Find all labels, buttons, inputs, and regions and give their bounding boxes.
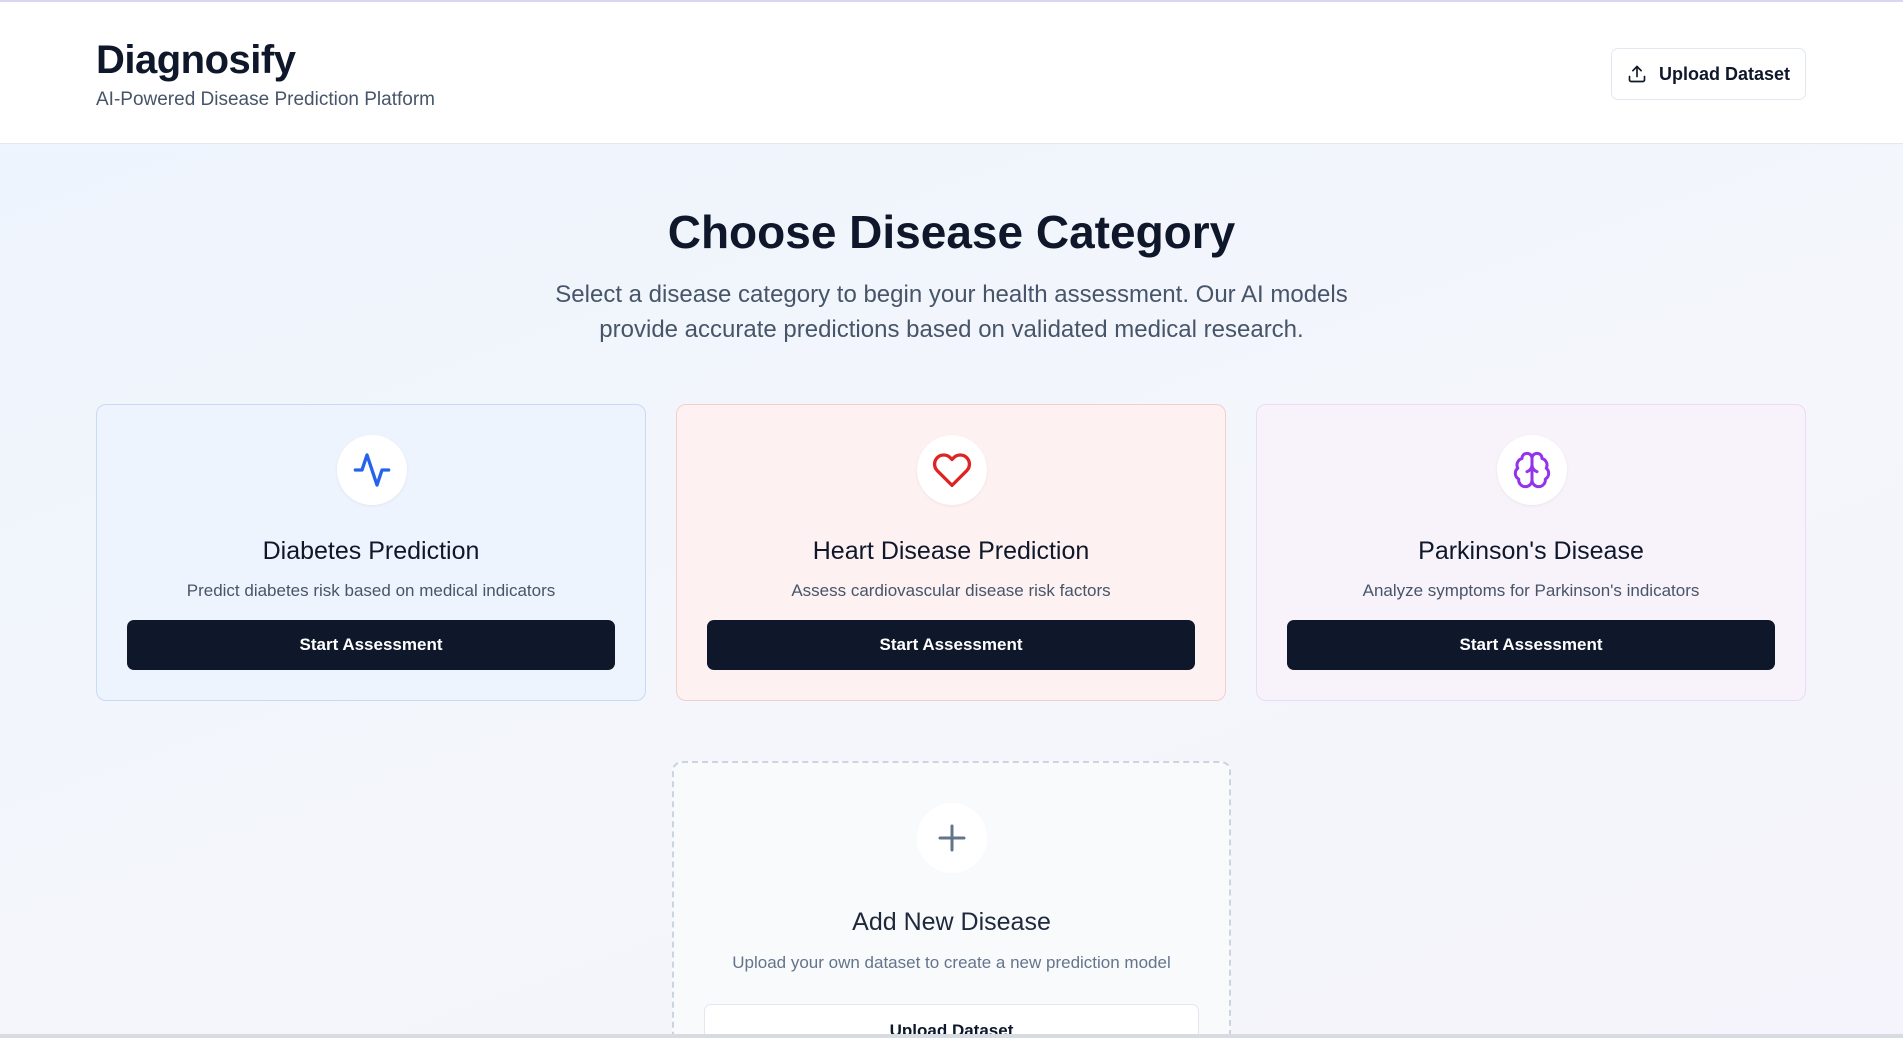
heart-icon-circle — [917, 435, 987, 505]
upload-dataset-button[interactable]: Upload Dataset — [1611, 48, 1806, 100]
app-header: Diagnosify AI-Powered Disease Prediction… — [0, 2, 1903, 144]
heart-card-title: Heart Disease Prediction — [812, 537, 1090, 565]
brand: Diagnosify AI-Powered Disease Prediction… — [96, 36, 435, 111]
parkinsons-card: Parkinson's Disease Analyze symptoms for… — [1256, 404, 1806, 701]
add-disease-description: Upload your own dataset to create a new … — [732, 953, 1171, 972]
bottom-edge — [0, 1034, 1903, 1038]
upload-icon — [1628, 65, 1646, 83]
add-new-disease-card: Add New Disease Upload your own dataset … — [672, 761, 1231, 1038]
brain-icon — [1513, 451, 1551, 489]
heart-icon — [932, 453, 972, 488]
plus-icon — [938, 824, 966, 852]
app-title: Diagnosify — [96, 38, 296, 82]
parkinsons-card-description: Analyze symptoms for Parkinson's indicat… — [1362, 581, 1700, 600]
add-upload-dataset-button[interactable]: Upload Dataset — [704, 1004, 1199, 1038]
diabetes-card-title: Diabetes Prediction — [262, 537, 480, 565]
app-subtitle: AI-Powered Disease Prediction Platform — [96, 89, 435, 110]
diabetes-card: Diabetes Prediction Predict diabetes ris… — [96, 404, 646, 701]
heart-start-assessment-button[interactable]: Start Assessment — [707, 620, 1195, 670]
add-icon-circle — [917, 803, 987, 873]
diabetes-card-description: Predict diabetes risk based on medical i… — [186, 581, 556, 600]
page-title: Choose Disease Category — [667, 206, 1236, 258]
diabetes-icon-circle — [337, 435, 407, 505]
parkinsons-icon-circle — [1497, 435, 1567, 505]
parkinsons-card-title: Parkinson's Disease — [1418, 537, 1644, 565]
parkinsons-start-assessment-button[interactable]: Start Assessment — [1287, 620, 1775, 670]
heart-card: Heart Disease Prediction Assess cardiova… — [676, 404, 1226, 701]
activity-icon — [353, 453, 391, 487]
page-subtitle: Select a disease category to begin your … — [555, 281, 1348, 343]
diabetes-start-assessment-button[interactable]: Start Assessment — [127, 620, 615, 670]
heart-card-description: Assess cardiovascular disease risk facto… — [791, 581, 1111, 600]
upload-dataset-label: Upload Dataset — [1658, 63, 1791, 84]
main-content: Choose Disease Category Select a disease… — [0, 145, 1903, 1038]
add-disease-title: Add New Disease — [852, 908, 1051, 936]
